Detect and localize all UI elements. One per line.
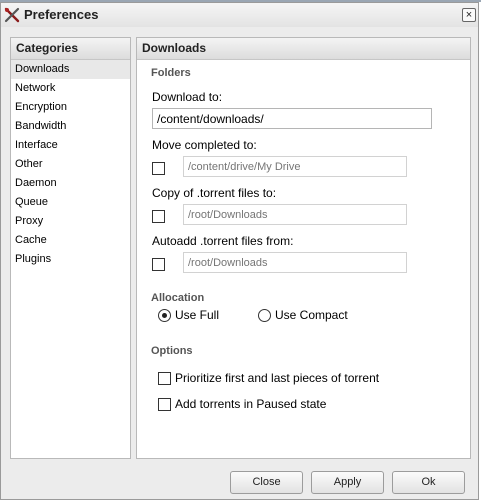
download-to-input[interactable]: [152, 108, 432, 129]
use-full-radio[interactable]: [158, 309, 171, 322]
move-completed-label: Move completed to:: [152, 138, 257, 152]
autoadd-input[interactable]: [183, 252, 407, 273]
add-paused-checkbox[interactable]: [158, 398, 171, 411]
move-completed-checkbox[interactable]: [152, 162, 165, 175]
downloads-header: Downloads: [137, 38, 470, 60]
use-full-label[interactable]: Use Full: [175, 308, 219, 322]
category-item-encryption[interactable]: Encryption: [11, 98, 130, 117]
category-item-daemon[interactable]: Daemon: [11, 174, 130, 193]
copy-torrent-checkbox[interactable]: [152, 210, 165, 223]
downloads-panel: Downloads Folders Download to: Move comp…: [136, 37, 471, 459]
apply-button[interactable]: Apply: [311, 471, 384, 494]
title-bar[interactable]: Preferences ×: [1, 3, 478, 27]
category-item-plugins[interactable]: Plugins: [11, 250, 130, 269]
use-compact-label[interactable]: Use Compact: [275, 308, 348, 322]
download-to-label: Download to:: [152, 90, 223, 104]
options-section-title: Options: [151, 345, 193, 357]
categories-header: Categories: [11, 38, 130, 60]
move-completed-input[interactable]: [183, 156, 407, 177]
dialog-title: Preferences: [24, 7, 99, 22]
folders-section-title: Folders: [151, 67, 191, 79]
category-item-interface[interactable]: Interface: [11, 136, 130, 155]
tools-icon: [4, 7, 20, 23]
category-item-other[interactable]: Other: [11, 155, 130, 174]
prioritize-label[interactable]: Prioritize first and last pieces of torr…: [175, 371, 379, 385]
close-icon[interactable]: ×: [462, 8, 476, 22]
prioritize-checkbox[interactable]: [158, 372, 171, 385]
copy-torrent-label: Copy of .torrent files to:: [152, 186, 277, 200]
category-item-queue[interactable]: Queue: [11, 193, 130, 212]
copy-torrent-input[interactable]: [183, 204, 407, 225]
allocation-section-title: Allocation: [151, 292, 205, 304]
category-item-network[interactable]: Network: [11, 79, 130, 98]
categories-panel: Categories Downloads Network Encryption …: [10, 37, 131, 459]
category-item-downloads[interactable]: Downloads: [11, 60, 130, 79]
category-item-cache[interactable]: Cache: [11, 231, 130, 250]
category-item-bandwidth[interactable]: Bandwidth: [11, 117, 130, 136]
ok-button[interactable]: Ok: [392, 471, 465, 494]
use-compact-radio[interactable]: [258, 309, 271, 322]
add-paused-label[interactable]: Add torrents in Paused state: [175, 397, 326, 411]
category-item-proxy[interactable]: Proxy: [11, 212, 130, 231]
close-button[interactable]: Close: [230, 471, 303, 494]
autoadd-label: Autoadd .torrent files from:: [152, 234, 294, 248]
autoadd-checkbox[interactable]: [152, 258, 165, 271]
categories-list: Downloads Network Encryption Bandwidth I…: [11, 60, 130, 269]
preferences-dialog: Preferences × Categories Downloads Netwo…: [0, 2, 479, 500]
